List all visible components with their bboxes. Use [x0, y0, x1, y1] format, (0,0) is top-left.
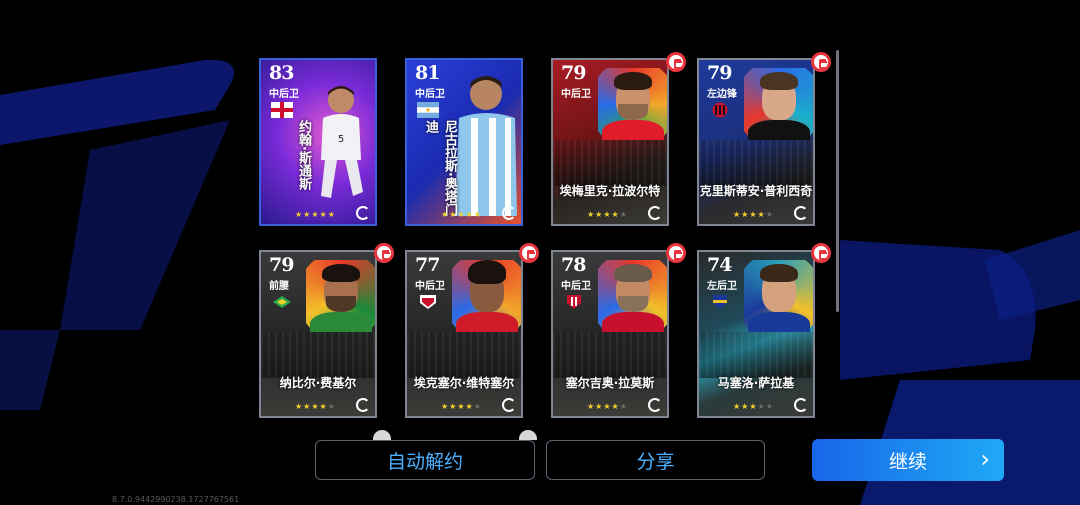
player-portrait — [744, 68, 813, 140]
release-contract-icon[interactable] — [811, 243, 831, 263]
card-rating: 81 — [415, 62, 440, 84]
card-stars: ★★★★★ — [441, 402, 482, 411]
card-player-name: 埃梅里克·拉波尔特 — [559, 184, 661, 198]
efootball-logo-icon — [648, 206, 662, 220]
background-graphic — [0, 59, 1080, 505]
stadium-backdrop — [553, 140, 667, 186]
card-stars: ★★★★★ — [441, 210, 482, 219]
club-badge-icon — [567, 295, 581, 309]
boca-juniors-badge-icon — [713, 295, 727, 309]
club-badge-icon — [273, 296, 291, 308]
player-card[interactable]: 77 中后卫 埃克塞尔·维特塞尔 ★★★★★ — [405, 250, 523, 418]
player-portrait — [598, 68, 667, 140]
card-rating: 78 — [561, 254, 586, 276]
england-flag-icon — [271, 102, 293, 118]
player-card[interactable]: 81 中后卫 尼古拉斯·奥塔门迪 ★★★★★ — [405, 58, 523, 226]
card-position: 左边锋 — [707, 89, 737, 100]
player-portrait — [306, 260, 375, 332]
argentina-flag-icon — [417, 102, 439, 118]
stadium-backdrop — [407, 332, 521, 378]
card-stars: ★★★★★ — [587, 402, 628, 411]
card-stars: ★★★★★ — [587, 210, 628, 219]
stadium-backdrop — [553, 332, 667, 378]
card-position: 中后卫 — [561, 89, 591, 100]
card-stars: ★★★★★ — [295, 210, 336, 219]
player-card[interactable]: 79 前腰 纳比尔·费基尔 ★★★★★ — [259, 250, 377, 418]
efootball-logo-icon — [648, 398, 662, 412]
card-stars: ★★★★★ — [295, 402, 336, 411]
release-contract-icon[interactable] — [811, 52, 831, 72]
efootball-logo-icon — [502, 206, 516, 220]
release-contract-icon[interactable] — [666, 52, 686, 72]
club-badge-icon — [420, 295, 436, 309]
efootball-logo-icon — [794, 398, 808, 412]
card-player-name: 克里斯蒂安·普利西奇 — [699, 184, 813, 198]
card-stars: ★★★★★ — [733, 210, 774, 219]
card-stars: ★★★★★ — [733, 402, 774, 411]
card-player-name: 尼古拉斯·奥塔门迪 — [423, 120, 457, 216]
efootball-logo-icon — [356, 206, 370, 220]
continue-label: 继续 — [888, 450, 927, 473]
card-player-name: 马塞洛·萨拉基 — [717, 376, 795, 390]
card-rating: 79 — [707, 62, 732, 84]
player-portrait — [744, 260, 813, 332]
version-string: 8.7.0.9442990238.1727767561 — [112, 495, 240, 504]
chevron-right-icon: › — [980, 445, 990, 473]
ac-milan-badge-icon — [712, 102, 728, 118]
scrollbar[interactable] — [836, 50, 839, 312]
player-card[interactable]: 79 左边锋 克里斯蒂安·普利西奇 ★★★★★ — [697, 58, 815, 226]
card-position: 中后卫 — [269, 89, 299, 100]
card-player-name: 埃克塞尔·维特塞尔 — [413, 376, 515, 390]
player-card[interactable]: 5 83 中后卫 约翰·斯通斯 ★★★★★ — [259, 58, 377, 226]
player-card[interactable]: 79 中后卫 埃梅里克·拉波尔特 ★★★★★ — [551, 58, 669, 226]
svg-text:5: 5 — [338, 134, 344, 145]
player-card[interactable]: 78 中后卫 塞尔吉奥·拉莫斯 ★★★★★ — [551, 250, 669, 418]
stadium-backdrop — [699, 332, 813, 378]
card-position: 左后卫 — [707, 281, 737, 292]
card-player-name: 纳比尔·费基尔 — [279, 376, 357, 390]
auto-release-button[interactable]: 自动解约 — [315, 440, 535, 480]
card-position: 中后卫 — [415, 281, 445, 292]
release-contract-icon[interactable] — [666, 243, 686, 263]
card-player-name: 约翰·斯通斯 — [296, 120, 311, 190]
share-button[interactable]: 分享 — [546, 440, 765, 480]
efootball-logo-icon — [794, 206, 808, 220]
card-rating: 74 — [707, 254, 732, 276]
release-contract-icon[interactable] — [374, 243, 394, 263]
efootball-logo-icon — [356, 398, 370, 412]
stadium-backdrop — [699, 140, 813, 186]
card-rating: 83 — [269, 62, 294, 84]
efootball-logo-icon — [502, 398, 516, 412]
player-portrait — [598, 260, 667, 332]
card-rating: 79 — [269, 254, 294, 276]
card-rating: 77 — [415, 254, 440, 276]
stadium-backdrop — [261, 332, 375, 378]
release-contract-icon[interactable] — [519, 243, 539, 263]
card-rating: 79 — [561, 62, 586, 84]
card-position: 前腰 — [269, 281, 289, 292]
continue-button[interactable]: 继续 › — [812, 439, 1004, 481]
player-card[interactable]: 74 左后卫 马塞洛·萨拉基 ★★★★★ — [697, 250, 815, 418]
card-player-name: 塞尔吉奥·拉莫斯 — [565, 376, 655, 390]
card-position: 中后卫 — [415, 89, 445, 100]
player-portrait — [452, 260, 521, 332]
card-position: 中后卫 — [561, 281, 591, 292]
